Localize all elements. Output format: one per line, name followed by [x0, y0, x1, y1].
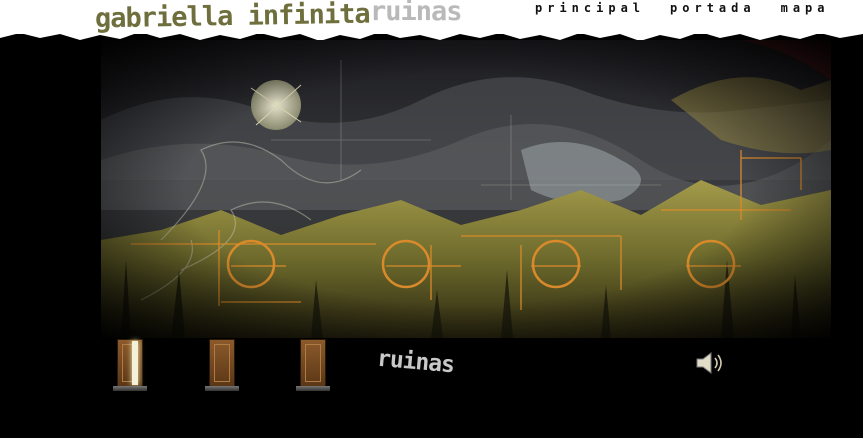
- nav-portada[interactable]: portada: [670, 0, 756, 16]
- nav-principal[interactable]: principal: [535, 0, 645, 16]
- section-title: ruinas: [370, 0, 463, 27]
- door-button-3[interactable]: [296, 339, 330, 391]
- speaker-icon[interactable]: [693, 350, 725, 376]
- site-title[interactable]: gabriella infinita: [95, 0, 370, 34]
- door-button-1[interactable]: [113, 339, 147, 391]
- section-label: ruinas: [376, 345, 456, 379]
- top-nav: principal portada mapa: [535, 0, 830, 16]
- door-button-2[interactable]: [205, 339, 239, 391]
- ruins-banner-image: [101, 40, 831, 338]
- nav-mapa[interactable]: mapa: [781, 0, 830, 16]
